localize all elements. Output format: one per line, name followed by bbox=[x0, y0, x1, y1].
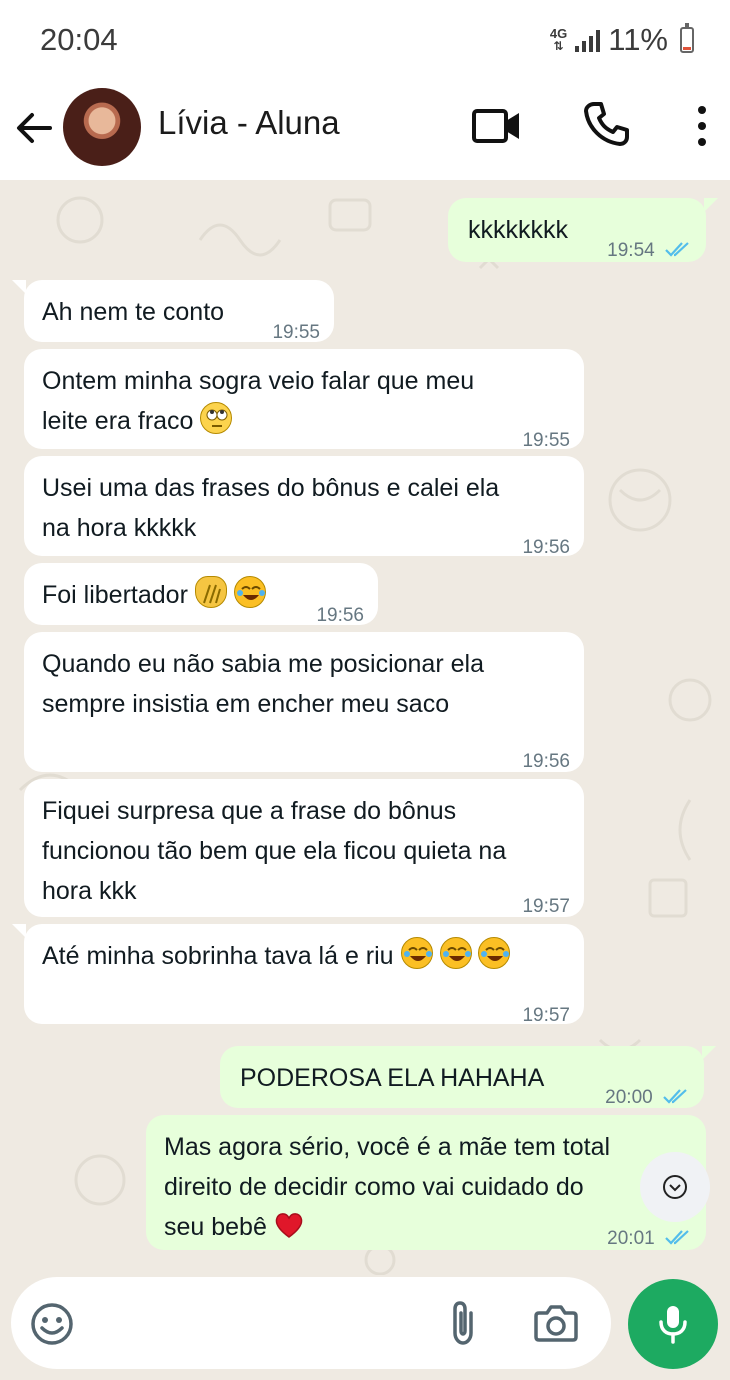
message-bubble-outgoing[interactable]: kkkkkkkk 19:54 bbox=[448, 198, 706, 262]
message-bubble-incoming[interactable]: Usei uma das frases do bônus e calei ela… bbox=[24, 456, 584, 558]
bubble-tail bbox=[702, 1046, 716, 1060]
back-arrow-icon[interactable] bbox=[14, 108, 54, 148]
camera-icon[interactable] bbox=[533, 1301, 579, 1345]
status-indicators: 4G ⇅ 11% bbox=[550, 22, 694, 58]
composer-bar bbox=[0, 1275, 730, 1380]
message-text: hora kkk bbox=[42, 877, 137, 905]
message-bubble-incoming[interactable]: Ontem minha sogra veio falar que meu lei… bbox=[24, 349, 584, 451]
network-icon: 4G ⇅ bbox=[550, 27, 567, 53]
message-text: leite era fraco bbox=[42, 407, 194, 435]
double-check-read-icon bbox=[665, 1230, 689, 1245]
mic-button[interactable] bbox=[628, 1279, 718, 1369]
message-bubble-incoming[interactable]: Ah nem te conto 19:55 bbox=[24, 280, 334, 343]
message-text: kkkkkkkk bbox=[468, 216, 568, 244]
more-vert-icon[interactable] bbox=[690, 102, 714, 150]
message-input[interactable] bbox=[11, 1277, 611, 1369]
message-text: Foi libertador bbox=[42, 581, 188, 609]
scroll-down-icon bbox=[663, 1175, 687, 1199]
avatar[interactable] bbox=[63, 88, 141, 166]
message-bubble-incoming[interactable]: Quando eu não sabia me posicionar ela se… bbox=[24, 632, 584, 772]
message-text: direito de decidir como vai cuidado do bbox=[164, 1173, 584, 1201]
message-text: sempre insistia em encher meu saco bbox=[42, 690, 450, 718]
face-with-tears-of-joy-icon bbox=[478, 937, 511, 969]
bubble-tail bbox=[12, 280, 26, 294]
message-text: Ah nem te conto bbox=[42, 298, 225, 326]
message-time: 19:56 bbox=[522, 537, 570, 558]
face-with-tears-of-joy-icon bbox=[439, 937, 472, 969]
message-text: Ontem minha sogra veio falar que meu bbox=[42, 367, 475, 395]
message-bubble-incoming[interactable]: Fiquei surpresa que a frase do bônus fun… bbox=[24, 779, 584, 917]
phone-icon[interactable] bbox=[582, 100, 630, 148]
chat-area[interactable]: kkkkkkkk 19:54 Ah nem te conto 19:55 Ont… bbox=[0, 180, 730, 1275]
face-with-rolling-eyes-icon bbox=[200, 402, 233, 434]
emoji-icon[interactable] bbox=[29, 1301, 75, 1347]
double-check-read-icon bbox=[665, 242, 689, 257]
bubble-tail bbox=[704, 198, 718, 212]
data-arrows-icon: ⇅ bbox=[553, 39, 564, 53]
message-bubble-incoming[interactable]: Até minha sobrinha tava lá e riu 19:57 bbox=[24, 924, 584, 1026]
message-text: Quando eu não sabia me posicionar ela bbox=[42, 650, 484, 678]
face-with-tears-of-joy-icon bbox=[233, 576, 266, 608]
status-time: 20:04 bbox=[40, 22, 118, 57]
message-time: 19:55 bbox=[522, 430, 570, 451]
battery-percent: 11% bbox=[608, 22, 668, 57]
message-time: 19:57 bbox=[522, 1005, 570, 1026]
contact-name[interactable]: Lívia - Aluna bbox=[158, 104, 340, 142]
scroll-down-button[interactable] bbox=[640, 1152, 710, 1222]
message-time: 19:56 bbox=[522, 751, 570, 772]
mic-icon bbox=[659, 1306, 687, 1344]
message-time: 19:54 bbox=[607, 240, 655, 261]
bubble-tail bbox=[12, 924, 26, 938]
attach-icon[interactable] bbox=[443, 1299, 483, 1347]
message-time: 20:01 bbox=[607, 1228, 655, 1249]
red-heart-icon bbox=[275, 1213, 303, 1238]
message-time: 19:56 bbox=[316, 605, 364, 626]
message-text: PODEROSA ELA HAHAHA bbox=[240, 1064, 545, 1092]
double-check-read-icon bbox=[663, 1089, 687, 1104]
message-time: 19:55 bbox=[272, 322, 320, 343]
message-text: Mas agora sério, você é a mãe tem total bbox=[164, 1133, 611, 1161]
video-call-icon[interactable] bbox=[470, 104, 522, 148]
signal-icon bbox=[575, 28, 601, 52]
message-time: 19:57 bbox=[522, 896, 570, 917]
message-text: Fiquei surpresa que a frase do bônus bbox=[42, 797, 457, 825]
message-text: na hora kkkkk bbox=[42, 514, 197, 542]
message-bubble-outgoing[interactable]: PODEROSA ELA HAHAHA 20:00 bbox=[220, 1046, 704, 1108]
clapping-hands-icon bbox=[194, 576, 227, 608]
message-text: Até minha sobrinha tava lá e riu bbox=[42, 942, 394, 970]
message-text: seu bebê bbox=[164, 1213, 267, 1241]
status-bar: 20:04 4G ⇅ 11% bbox=[0, 0, 730, 84]
message-time: 20:00 bbox=[605, 1087, 653, 1108]
face-with-tears-of-joy-icon bbox=[400, 937, 433, 969]
message-text: funcionou tão bem que ela ficou quieta n… bbox=[42, 837, 507, 865]
chat-header: Lívia - Aluna bbox=[0, 84, 730, 180]
message-bubble-outgoing[interactable]: Mas agora sério, você é a mãe tem total … bbox=[146, 1115, 706, 1250]
battery-icon bbox=[680, 23, 694, 53]
message-text: Usei uma das frases do bônus e calei ela bbox=[42, 474, 500, 502]
message-bubble-incoming[interactable]: Foi libertador 19:56 bbox=[24, 563, 378, 626]
